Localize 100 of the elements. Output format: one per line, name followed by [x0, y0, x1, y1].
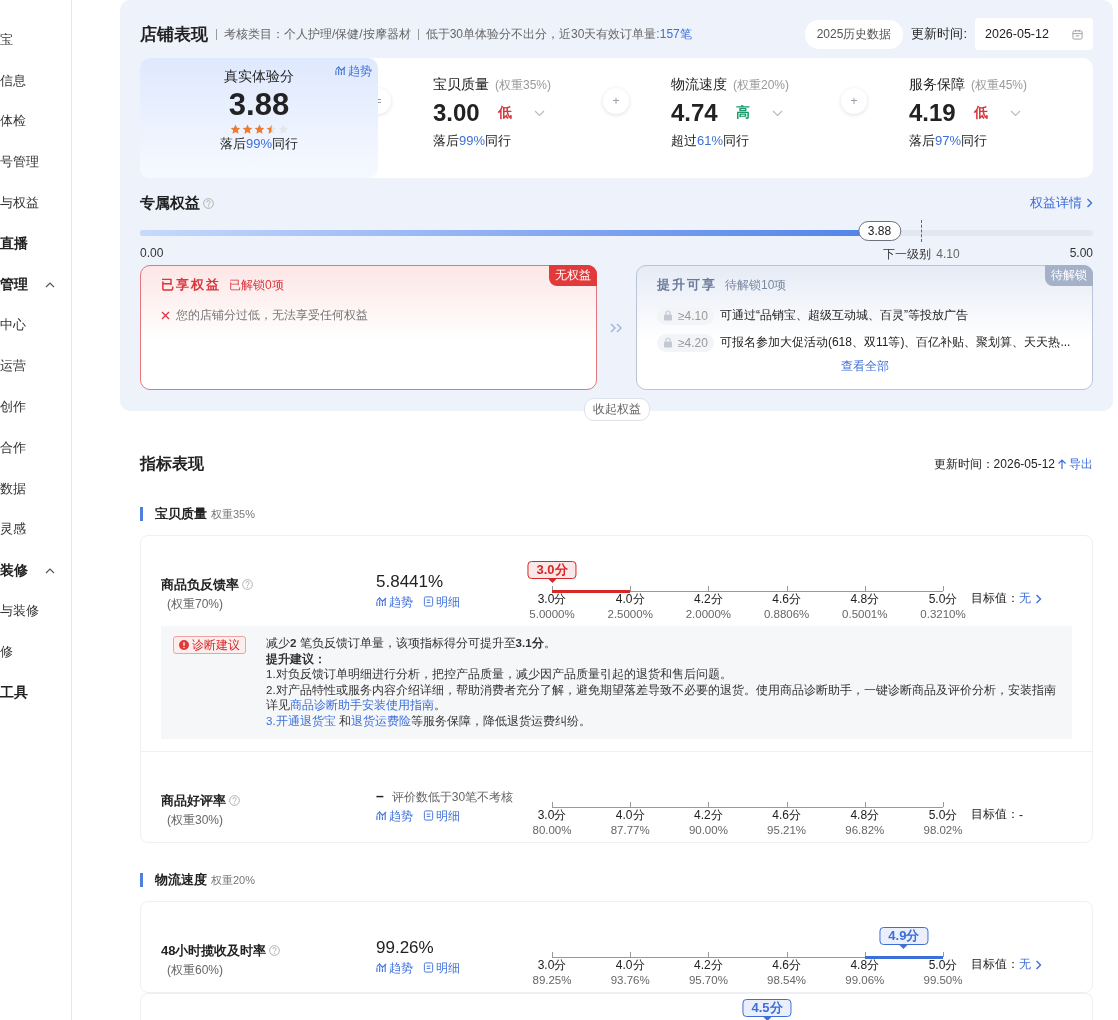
tick-value: 99.06% [845, 973, 885, 988]
detail-link[interactable]: 明细 [423, 808, 460, 825]
chevron-right-icon [1086, 198, 1093, 208]
peer-comparison: 落后99%同行 [433, 132, 513, 150]
diagnosis-tag: 诊断建议 [173, 636, 246, 654]
metric-weight: (权重30%) [167, 812, 224, 829]
tick-value: 0.3210% [920, 607, 966, 622]
star-icon [241, 124, 253, 135]
sidebar-item[interactable]: 装修 [0, 550, 71, 592]
trend-link[interactable]: 趋势 [376, 960, 413, 977]
group-title: 宝贝质量 [155, 507, 207, 521]
double-chevron-icon [610, 322, 623, 333]
sidebar-item[interactable]: 号管理 [0, 142, 71, 184]
view-all-link[interactable]: 查看全部 [834, 358, 895, 375]
sidebar-item[interactable]: 数据 [0, 468, 71, 510]
group-weight: 权重35% [211, 507, 256, 521]
scale-end-label: 5.00 [1069, 246, 1093, 260]
tick-score: 4.8分 [850, 958, 880, 973]
date-field[interactable]: 2026-05-12 [975, 18, 1093, 50]
guide-link[interactable]: 3.开通退货宝 [266, 714, 336, 727]
collapse-button[interactable]: 收起权益 [583, 398, 650, 421]
tick-score: 3.0分 [537, 808, 567, 823]
sub-score-name: 服务保障 [909, 76, 965, 92]
assessment-note: 低于30单体验分不出分，近30天有效订单量:157笔 [417, 28, 699, 40]
score-label: 真实体验分 [224, 68, 294, 86]
star-icon [253, 124, 265, 135]
tick-value: 80.00% [532, 823, 572, 838]
target-link[interactable]: 无 [1019, 590, 1042, 607]
diagnosis-text: 3.开通退货宝 和退货运费险等服务保障，降低退货运费纠纷。 [266, 713, 592, 729]
tick-value: 98.54% [767, 973, 807, 988]
export-link[interactable]: 导出 [1069, 455, 1093, 473]
target-link[interactable]: 无 [1019, 956, 1042, 973]
sub-score: 4.19 [909, 99, 956, 127]
peer-comparison: 落后97%同行 [909, 132, 989, 150]
sidebar-item[interactable]: 修 [0, 631, 71, 673]
tick-score: 4.0分 [615, 808, 645, 823]
sidebar-item[interactable]: 创作 [0, 387, 71, 428]
chevron-down-icon [533, 109, 545, 117]
trend-link[interactable]: 趋势 [335, 63, 372, 80]
assessment-note: 考核类目：个人护理/保健/按摩器材 [216, 28, 418, 40]
sidebar-item[interactable]: 信息 [0, 60, 71, 102]
caret-up-icon [45, 567, 55, 574]
rating-label: 高 [735, 104, 750, 122]
weight-label: (权重20%) [733, 78, 789, 92]
sidebar-item[interactable]: 工具 [0, 672, 71, 714]
sidebar-item[interactable]: 直播 [0, 224, 71, 265]
tick-value: 93.76% [610, 973, 650, 988]
tick-score: 4.0分 [615, 958, 645, 973]
guide-link[interactable]: 退货运费险 [350, 714, 411, 727]
metric-name: 商品负反馈率 [161, 576, 376, 594]
tick-score: 4.2分 [694, 592, 723, 607]
metric-name: 48小时揽收及时率 [161, 942, 376, 960]
section-title: 指标表现 [140, 453, 204, 474]
diagnosis-text: 2.对产品特性或服务内容介绍详细，帮助消费者充分了解，避免期望落差导致不必要的退货。使用商品诊断助手，一键诊断商品及评价分析，安装指南详见商品诊断助手安装使用指南。 [266, 682, 1057, 713]
section-title: 专属权益 [140, 193, 214, 213]
star-icon [265, 124, 277, 135]
metric-value: – [376, 788, 384, 804]
tick-score: 4.0分 [615, 592, 645, 607]
document-icon [423, 810, 434, 821]
sub-score-name: 宝贝质量 [433, 76, 489, 92]
diagnosis-text: 减少2 笔负反馈订单量，该项指标得分可提升至3.1分。 [266, 636, 557, 651]
detail-link[interactable]: 明细 [423, 960, 460, 977]
help-icon [203, 197, 214, 209]
trend-link[interactable]: 趋势 [376, 808, 413, 825]
history-data-button[interactable]: 2025历史数据 [804, 19, 904, 49]
upload-icon [1057, 458, 1067, 470]
card-title: 已享权益 [161, 276, 221, 294]
trend-link[interactable]: 趋势 [376, 594, 413, 611]
status-tag: 无权益 [549, 265, 597, 286]
sidebar-item[interactable]: 宝 [0, 20, 71, 61]
tick-value: 90.00% [688, 823, 728, 838]
lock-icon [663, 337, 673, 348]
benefit-text: 您的店铺分过低，无法享受任何权益 [176, 307, 368, 324]
guide-link[interactable]: 商品诊断助手安装使用指南 [290, 699, 434, 711]
sidebar-item[interactable]: 运营 [0, 346, 71, 388]
operator-badge: + [603, 88, 629, 114]
weight-label: (权重35%) [495, 78, 551, 92]
target-value: - [1019, 807, 1023, 822]
alert-icon [179, 640, 189, 650]
sidebar-item[interactable]: 中心 [0, 305, 71, 347]
target-label: 目标值： [971, 806, 1019, 823]
sidebar-item[interactable]: 管理 [0, 264, 71, 306]
trend-icon [376, 810, 387, 821]
detail-link[interactable]: 明细 [423, 594, 460, 611]
rights-detail-link[interactable]: 权益详情 [1030, 194, 1093, 212]
group-title: 物流速度 [155, 873, 207, 887]
help-icon [229, 795, 240, 806]
sidebar-item[interactable]: 合作 [0, 427, 71, 469]
tick-value: 89.25% [532, 973, 572, 988]
update-time-label: 更新时间: [911, 25, 967, 43]
benefit-text: 可通过“品销宝、超级互动城、百灵”等投放广告 [719, 307, 968, 324]
sidebar-item[interactable]: 体检 [0, 101, 71, 143]
tick-score: 3.0分 [537, 592, 567, 607]
sidebar-item[interactable]: 灵感 [0, 509, 71, 551]
tick-score: 5.0分 [928, 958, 958, 973]
sub-score-name: 物流速度 [671, 76, 727, 92]
sidebar-item[interactable]: 与权益 [0, 183, 71, 224]
tick-value: 95.21% [767, 823, 807, 838]
scale-start-label: 0.00 [140, 246, 164, 260]
sidebar-item[interactable]: 与装修 [0, 591, 71, 632]
